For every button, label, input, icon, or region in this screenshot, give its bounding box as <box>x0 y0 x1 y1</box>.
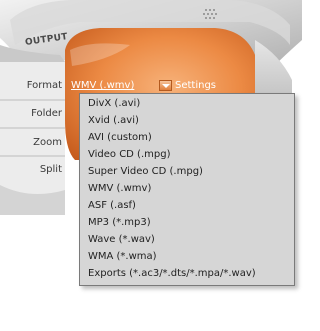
dropdown-arrow-icon[interactable] <box>159 80 172 91</box>
menu-item-svcd[interactable]: Super Video CD (.mpg) <box>88 166 203 177</box>
menu-item-wave[interactable]: Wave (*.wav) <box>88 234 155 245</box>
menu-item-vcd[interactable]: Video CD (.mpg) <box>88 149 170 160</box>
settings-button[interactable]: Settings <box>175 80 216 91</box>
menu-item-divx[interactable]: DivX (.avi) <box>88 98 140 109</box>
format-current-value[interactable]: WMV (.wmv) <box>71 80 134 91</box>
menu-item-mp3[interactable]: MP3 (*.mp3) <box>88 217 151 228</box>
zoom-label[interactable]: Zoom <box>0 137 62 148</box>
menu-item-asf[interactable]: ASF (.asf) <box>88 200 136 211</box>
menu-item-exports[interactable]: Exports (*.ac3/*.dts/*.mpa/*.wav) <box>88 268 256 279</box>
format-dropdown-menu[interactable]: DivX (.avi) Xvid (.avi) AVI (custom) Vid… <box>79 93 295 286</box>
menu-item-xvid[interactable]: Xvid (.avi) <box>88 115 139 126</box>
menu-item-wmv[interactable]: WMV (.wmv) <box>88 183 151 194</box>
format-label[interactable]: Format <box>0 80 62 91</box>
folder-label[interactable]: Folder <box>0 108 62 119</box>
menu-item-wma[interactable]: WMA (*.wma) <box>88 251 157 262</box>
split-label[interactable]: Split <box>0 164 62 175</box>
menu-item-avi-custom[interactable]: AVI (custom) <box>88 132 152 143</box>
